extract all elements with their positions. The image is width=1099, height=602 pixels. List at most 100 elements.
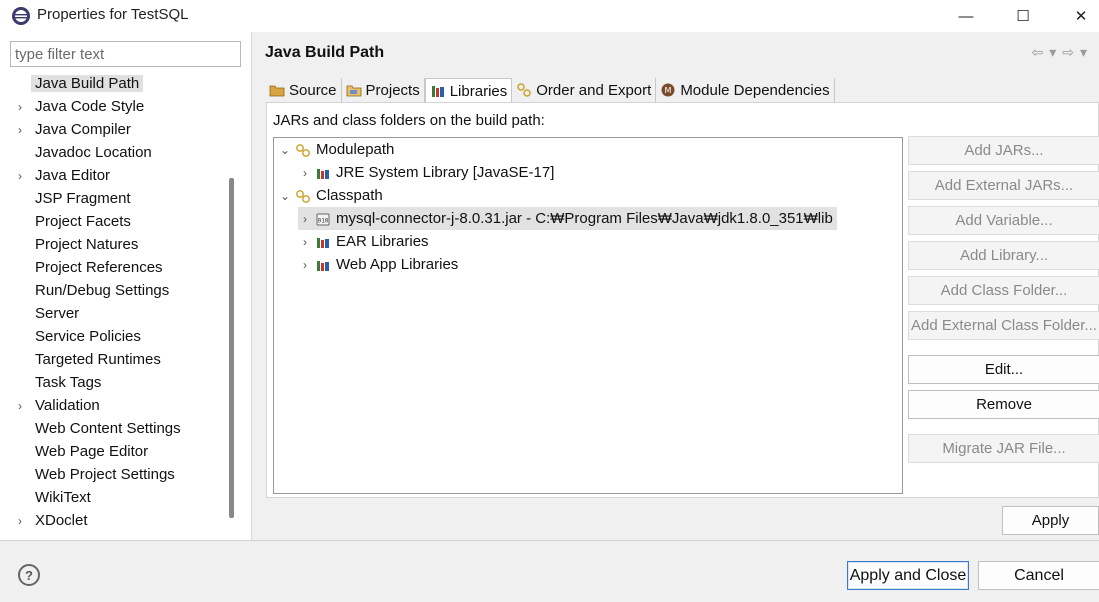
tree-node-label: EAR Libraries [336, 233, 429, 250]
tab-label: Module Dependencies [680, 81, 830, 99]
sidebar-item-label: Javadoc Location [35, 144, 152, 161]
page-header: Java Build Path ⇦ ▾ ⇨ ▾ [253, 32, 1099, 72]
tab-source[interactable]: Source [265, 78, 342, 102]
tab-order-and-export[interactable]: Order and Export [512, 78, 657, 102]
order-export-icon [517, 83, 531, 97]
filter-input[interactable] [10, 41, 241, 67]
chevron-right-icon[interactable]: › [298, 212, 312, 226]
chevron-right-icon[interactable]: › [18, 399, 28, 413]
add-variable-button[interactable]: Add Variable... [908, 206, 1099, 235]
sidebar-item-run-debug-settings[interactable]: Run/Debug Settings [0, 279, 240, 302]
window-title: Properties for TestSQL [37, 6, 189, 23]
close-button[interactable]: ✕ [1058, 0, 1099, 32]
sidebar-item-label: Web Content Settings [35, 420, 181, 437]
tree-node-label: Web App Libraries [336, 256, 459, 273]
apply-and-close-button[interactable]: Apply and Close [847, 561, 969, 590]
back-arrow-icon[interactable]: ⇦ [1031, 44, 1043, 61]
library-icon [317, 168, 329, 179]
tab-label: Source [289, 81, 337, 99]
tab-label: Order and Export [536, 81, 652, 99]
chevron-right-icon[interactable]: › [18, 514, 28, 528]
forward-dropdown-icon[interactable]: ▾ [1080, 44, 1087, 61]
sidebar-item-label: Run/Debug Settings [35, 282, 170, 299]
tab-label: Libraries [449, 82, 508, 100]
add-library-button[interactable]: Add Library... [908, 241, 1099, 270]
maximize-button[interactable]: ☐ [1000, 0, 1046, 32]
sidebar-item-xdoclet[interactable]: › XDoclet [0, 509, 240, 532]
sidebar-item-web-content-settings[interactable]: Web Content Settings [0, 417, 240, 440]
sidebar-item-service-policies[interactable]: Service Policies [0, 325, 240, 348]
tab-label: Projects [365, 81, 420, 99]
sidebar-item-java-editor[interactable]: › Java Editor [0, 164, 240, 187]
svg-text:M: M [665, 86, 672, 95]
sidebar-item-label: Task Tags [35, 374, 102, 391]
sidebar-item-java-build-path[interactable]: Java Build Path [0, 72, 240, 95]
migrate-jar-file-button[interactable]: Migrate JAR File... [908, 434, 1099, 463]
chevron-right-icon[interactable]: › [298, 258, 312, 272]
chevron-right-icon[interactable]: › [18, 100, 28, 114]
add-class-folder-button[interactable]: Add Class Folder... [908, 276, 1099, 305]
chevron-right-icon[interactable]: › [298, 235, 312, 249]
sidebar-item-project-facets[interactable]: Project Facets [0, 210, 240, 233]
sidebar-item-javadoc-location[interactable]: Javadoc Location [0, 141, 240, 164]
add-external-jars-button[interactable]: Add External JARs... [908, 171, 1099, 200]
sidebar-item-label: Project References [35, 259, 163, 276]
tree-node-web-app-libraries[interactable]: › Web App Libraries [298, 253, 458, 276]
tree-node-label: Classpath [316, 187, 383, 204]
remove-button[interactable]: Remove [908, 390, 1099, 419]
tree-node-mysql-connector-jar[interactable]: › 010 mysql-connector-j-8.0.31.jar - C:₩… [298, 207, 837, 230]
sidebar-item-label: Project Natures [35, 236, 139, 253]
tab-module-dependencies[interactable]: M Module Dependencies [656, 78, 835, 102]
tree-node-label: Modulepath [316, 141, 395, 158]
sidebar-item-java-code-style[interactable]: › Java Code Style [0, 95, 240, 118]
chevron-down-icon[interactable]: ⌄ [278, 189, 292, 203]
tab-libraries[interactable]: Libraries [424, 78, 513, 103]
sidebar-item-validation[interactable]: › Validation [0, 394, 240, 417]
apply-button[interactable]: Apply [1002, 506, 1099, 535]
dialog-footer: ? Apply and Close Cancel [0, 540, 1099, 602]
tree-node-classpath[interactable]: ⌄ Classpath [278, 184, 383, 207]
forward-arrow-icon[interactable]: ⇨ [1062, 44, 1074, 61]
sidebar-item-label: Java Compiler [35, 121, 131, 138]
sidebar-item-server[interactable]: Server [0, 302, 240, 325]
maximize-icon: ☐ [1016, 8, 1030, 25]
edit-button[interactable]: Edit... [908, 355, 1099, 384]
sidebar-item-project-references[interactable]: Project References [0, 256, 240, 279]
page-title: Java Build Path [265, 44, 385, 61]
chevron-down-icon[interactable]: ⌄ [278, 143, 292, 157]
sidebar-item-label: Web Project Settings [35, 466, 175, 483]
tree-node-jre-system-library[interactable]: › JRE System Library [JavaSE-17] [298, 161, 554, 184]
add-external-class-folder-button[interactable]: Add External Class Folder... [908, 311, 1099, 340]
sidebar-item-label: Validation [35, 397, 100, 414]
build-path-tree[interactable]: ⌄ Modulepath › JRE System Library [JavaS… [273, 137, 903, 494]
sidebar-item-java-compiler[interactable]: › Java Compiler [0, 118, 240, 141]
sidebar-item-web-page-editor[interactable]: Web Page Editor [0, 440, 240, 463]
chevron-right-icon[interactable]: › [18, 169, 28, 183]
build-path-tabs: Source Projects Libraries Order and Expo… [265, 78, 835, 103]
sidebar-item-jsp-fragment[interactable]: JSP Fragment [0, 187, 240, 210]
tree-node-modulepath[interactable]: ⌄ Modulepath [278, 138, 394, 161]
back-dropdown-icon[interactable]: ▾ [1049, 44, 1056, 61]
sidebar-item-project-natures[interactable]: Project Natures [0, 233, 240, 256]
sidebar-item-label: Service Policies [35, 328, 141, 345]
minimize-button[interactable]: — [943, 0, 989, 32]
close-icon: ✕ [1074, 8, 1088, 25]
cancel-button[interactable]: Cancel [978, 561, 1099, 590]
jar-file-icon: 010 [316, 213, 330, 225]
sidebar-item-task-tags[interactable]: Task Tags [0, 371, 240, 394]
sidebar-item-label: Server [35, 305, 80, 322]
sidebar-item-label: XDoclet [35, 512, 88, 529]
sidebar-item-targeted-runtimes[interactable]: Targeted Runtimes [0, 348, 240, 371]
chevron-right-icon[interactable]: › [298, 166, 312, 180]
tree-node-ear-libraries[interactable]: › EAR Libraries [298, 230, 429, 253]
sidebar-scrollbar[interactable] [229, 178, 234, 518]
sidebar-item-label: Java Editor [35, 167, 111, 184]
sidebar-item-wikitext[interactable]: WikiText [0, 486, 240, 509]
source-folder-icon [269, 85, 285, 97]
classpath-icon [296, 189, 310, 203]
help-icon[interactable]: ? [18, 564, 40, 586]
chevron-right-icon[interactable]: › [18, 123, 28, 137]
tab-projects[interactable]: Projects [342, 78, 425, 102]
add-jars-button[interactable]: Add JARs... [908, 136, 1099, 165]
sidebar-item-web-project-settings[interactable]: Web Project Settings [0, 463, 240, 486]
